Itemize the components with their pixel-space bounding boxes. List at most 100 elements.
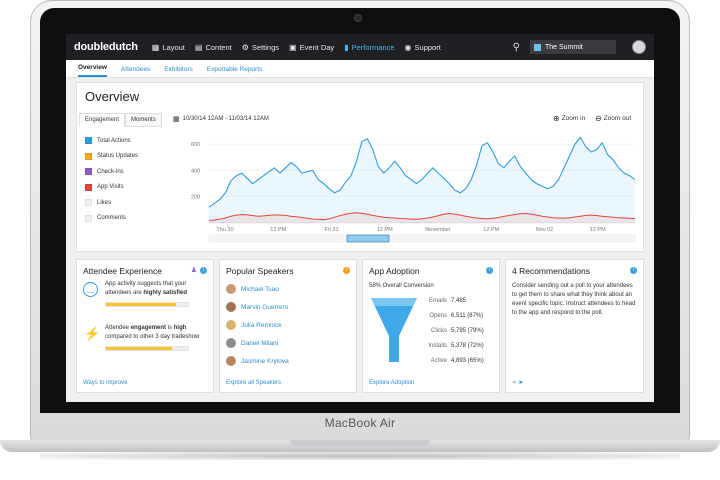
tab-attendees[interactable]: Attendees (121, 66, 150, 77)
nav-event-day[interactable]: ▣ Event Day (289, 43, 334, 52)
nav-performance[interactable]: ▮ Performance (344, 43, 394, 52)
zoom-in-button[interactable]: ⊕ Zoom in (553, 114, 585, 123)
explore-speakers-link[interactable]: Explore all Speakers (226, 380, 281, 386)
legend-label: Status Updates (97, 153, 139, 160)
camera-icon (354, 14, 362, 22)
sub-nav: Overview Attendees Exhibitors Exportable… (66, 60, 654, 78)
chevron-right-icon[interactable]: ▸ (520, 379, 524, 386)
speaker-item[interactable]: Julia Remnick (226, 320, 281, 330)
info-icon[interactable]: i (343, 267, 350, 274)
funnel-shape (371, 298, 417, 362)
chevron-left-icon[interactable]: ◂ (512, 379, 516, 386)
satisfaction-text-a: App activity suggests that your (105, 281, 187, 287)
legend-item[interactable]: Likes (85, 195, 138, 211)
speaker-item[interactable]: Marvin Guerrero (226, 302, 288, 312)
legend-item[interactable]: App Visits (85, 180, 138, 196)
speaker-item[interactable]: Daniel Milani (226, 338, 278, 348)
person-icon: ♟ (190, 267, 197, 274)
nav-label: Settings (251, 42, 280, 52)
funnel-value: 5,795 (79%) (451, 328, 484, 334)
funnel-row: Installs 5,378 (72%) (421, 343, 483, 349)
smiley-icon: ‿ (83, 282, 98, 297)
popular-speakers-card: Popular Speakers i Michael Tsao Marvin G… (219, 259, 357, 393)
nav-label: Performance (351, 42, 395, 52)
zoom-out-icon: ⊖ (595, 114, 602, 123)
speaker-name: Julia Remnick (241, 321, 282, 329)
zoom-out-button[interactable]: ⊖ Zoom out (595, 114, 631, 123)
nav-layout[interactable]: ▦ Layout (152, 43, 185, 52)
attendee-experience-card: Attendee Experience ♟ i ‿ App activity s… (76, 259, 214, 393)
lifebuoy-icon: ◉ (404, 42, 412, 52)
legend-label: Comments (97, 215, 127, 222)
y-tick-label: 200 (191, 195, 200, 201)
legend-swatch (85, 214, 92, 222)
x-tick-label: 12 PM (270, 227, 286, 233)
event-selector[interactable]: The Summit (530, 40, 616, 54)
series-area-total-actions (209, 137, 635, 223)
info-icon[interactable]: i (200, 267, 207, 274)
overview-card: Overview Engagement Moments Total Action… (76, 82, 644, 252)
calendar-icon: ▣ (289, 42, 297, 52)
speaker-name: Daniel Milani (241, 339, 279, 347)
nav-label: Support (414, 42, 441, 52)
tab-engagement[interactable]: Engagement (79, 113, 126, 127)
engagement-text-a: Attendee (105, 325, 130, 331)
satisfaction-text-b: attendees are (105, 290, 142, 296)
info-icon[interactable]: i (486, 267, 493, 274)
funnel-label: Clicks (431, 328, 447, 334)
funnel-label: Opens (429, 313, 447, 319)
engagement-meter (105, 346, 189, 351)
tab-overview[interactable]: Overview (78, 64, 107, 77)
ways-to-improve-link[interactable]: Ways to improve (83, 380, 127, 386)
legend-item[interactable]: Status Updates (85, 149, 138, 165)
explore-adoption-link[interactable]: Explore Adoption (369, 380, 414, 386)
tab-moments[interactable]: Moments (125, 113, 162, 127)
y-tick-label: 600 (191, 142, 200, 148)
speaker-item[interactable]: Jasmine Krylova (226, 356, 289, 366)
legend-label: Likes (97, 199, 112, 206)
legend-label: Check-ins (97, 168, 124, 175)
speaker-name: Jasmine Krylova (241, 357, 289, 365)
legend-item[interactable]: Total Actions (85, 133, 138, 149)
recommendations-card: 4 Recommendations i Consider sending out… (505, 259, 644, 393)
zoom-in-label: Zoom in (561, 115, 586, 122)
engagement-chart[interactable]: 200 400 600 Thu 30 12 PM Fri 31 12 PM November 1… (169, 127, 639, 249)
funnel-row: Emails 7,485 (421, 298, 466, 304)
legend-item[interactable]: Comments (85, 211, 138, 227)
calendar-icon: ▦ (173, 116, 180, 123)
funnel-row: Opens 6,511 (87%) (421, 313, 483, 319)
date-range-picker[interactable]: ▦ 10/30/14 12AM - 11/03/14 12AM (173, 115, 269, 123)
legend-swatch (85, 183, 92, 191)
satisfaction-level: highly satisfied (143, 290, 188, 296)
nav-label: Content (205, 42, 232, 52)
legend-item[interactable]: Check-ins (85, 164, 138, 180)
nav-settings[interactable]: ⚙ Settings (242, 43, 279, 52)
speaker-item[interactable]: Michael Tsao (226, 284, 279, 294)
funnel-label: Installs (428, 343, 447, 349)
nav-support[interactable]: ◉ Support (405, 43, 441, 52)
speaker-name: Marvin Guerrero (241, 303, 289, 311)
event-name: The Summit (545, 43, 583, 51)
nav-label: Layout (162, 42, 185, 52)
avatar (226, 320, 236, 330)
layout-icon: ▦ (151, 42, 160, 52)
search-icon[interactable]: ⚲ (513, 42, 520, 53)
avatar (226, 338, 236, 348)
app-screen: doubledutch ▦ Layout ▤ Content ⚙ Settings ▣… (66, 34, 654, 402)
info-icon[interactable]: i (630, 267, 637, 274)
logo: doubledutch (74, 41, 138, 53)
user-avatar[interactable] (632, 40, 646, 54)
tab-exhibitors[interactable]: Exhibitors (164, 66, 193, 77)
nav-content[interactable]: ▤ Content (195, 43, 232, 52)
range-slider-handle (346, 234, 390, 243)
x-tick-label: November (425, 227, 451, 233)
tab-exportable-reports[interactable]: Exportable Reports (207, 66, 263, 77)
x-tick-label: Nov 02 (536, 227, 553, 233)
x-tick-label: 12 PM (590, 227, 606, 233)
engagement-word: engagement (130, 325, 167, 331)
x-tick-label: 12 PM (483, 227, 499, 233)
satisfaction-meter (105, 302, 189, 307)
engagement-meter-fill (106, 347, 172, 350)
funnel-row: Clicks 5,795 (79%) (421, 328, 484, 334)
device-brand: MacBook Air (324, 416, 396, 430)
